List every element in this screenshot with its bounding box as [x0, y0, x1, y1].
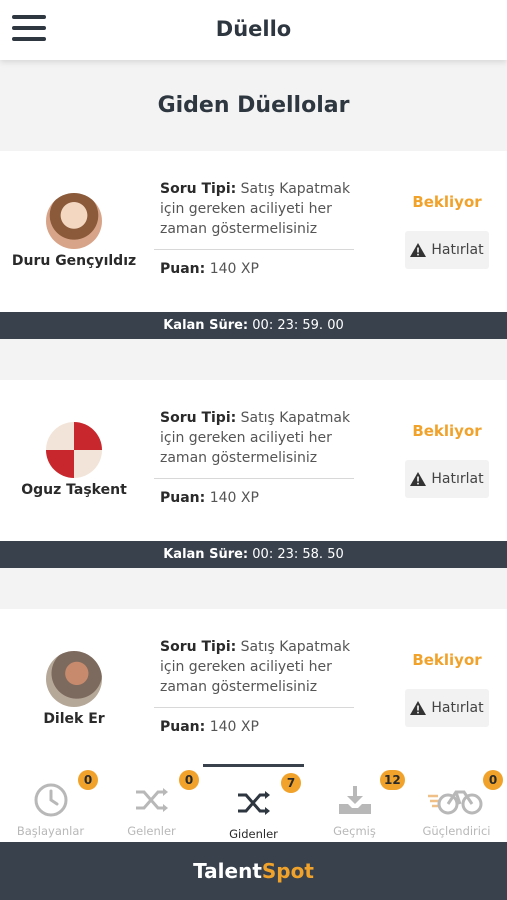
points-label: Puan:	[160, 719, 206, 735]
tab-label: Gelenler	[127, 824, 176, 838]
tab-label: Güçlendirici	[422, 824, 491, 838]
section-title: Giden Düellolar	[157, 93, 350, 118]
bottom-tab-bar: 0 Başlayanlar 0 Gelenler 7 Gidenler 12 G…	[0, 764, 507, 842]
points-label: Puan:	[160, 490, 206, 506]
divider	[154, 249, 354, 250]
tab-label: Başlayanlar	[16, 824, 85, 838]
remind-button[interactable]: Hatırlat	[405, 460, 489, 498]
points-value: 140 XP	[209, 261, 259, 277]
tab-badge: 0	[179, 770, 199, 790]
status-badge: Bekliyor	[412, 422, 482, 440]
avatar	[46, 193, 102, 249]
tab-badge: 12	[380, 770, 405, 790]
brand-logo: TalentSpot	[0, 842, 507, 900]
status-badge: Bekliyor	[412, 651, 482, 669]
remind-label: Hatırlat	[431, 700, 484, 716]
status-badge: Bekliyor	[412, 193, 482, 211]
remaining-time-bar: Kalan Süre: 00: 23: 58. 50	[0, 541, 507, 568]
points-value: 140 XP	[209, 490, 259, 506]
duel-card: Oguz Taşkent Soru Tipi: Satış Kapatmak i…	[0, 380, 507, 542]
question-type-label: Soru Tipi:	[160, 410, 237, 426]
tab-label: Geçmiş	[333, 824, 376, 838]
bicycle-icon	[428, 790, 483, 815]
remaining-label: Kalan Süre:	[163, 318, 249, 333]
tab-badge: 0	[78, 770, 98, 790]
remind-label: Hatırlat	[431, 471, 484, 487]
remind-button[interactable]: Hatırlat	[405, 689, 489, 727]
opponent-name: Dilek Er	[43, 711, 105, 727]
question-type: Soru Tipi: Satış Kapatmak için gereken a…	[160, 408, 360, 468]
avatar	[46, 422, 102, 478]
remaining-value: 00: 23: 58. 50	[252, 547, 344, 562]
warning-icon	[410, 243, 427, 257]
divider	[154, 707, 354, 708]
divider	[154, 478, 354, 479]
avatar	[46, 651, 102, 707]
opponent-name: Duru Gençyıldız	[11, 253, 137, 269]
question-type: Soru Tipi: Satış Kapatmak için gereken a…	[160, 179, 360, 239]
tab-badge: 7	[281, 773, 301, 793]
remaining-label: Kalan Süre:	[163, 547, 249, 562]
duel-card: Dilek Er Soru Tipi: Satış Kapatmak için …	[0, 609, 507, 771]
page-title: Düello	[215, 17, 292, 41]
points: Puan: 140 XP	[160, 261, 259, 277]
duel-card: Duru Gençyıldız Soru Tipi: Satış Kapatma…	[0, 151, 507, 313]
remind-label: Hatırlat	[431, 242, 484, 258]
question-type-label: Soru Tipi:	[160, 639, 237, 655]
brand-part-spot: Spot	[261, 859, 314, 883]
question-type-label: Soru Tipi:	[160, 181, 237, 197]
shuffle-icon	[136, 788, 168, 812]
opponent-name: Oguz Taşkent	[21, 482, 127, 498]
remaining-time-bar: Kalan Süre: 00: 23: 59. 00	[0, 312, 507, 339]
download-icon	[339, 786, 371, 814]
warning-icon	[410, 701, 427, 715]
tab-guclendirici[interactable]: 0 Güçlendirici	[406, 764, 507, 842]
top-bar: Düello	[0, 0, 507, 60]
points-label: Puan:	[160, 261, 206, 277]
points-value: 140 XP	[209, 719, 259, 735]
points: Puan: 140 XP	[160, 490, 259, 506]
tab-badge: 0	[483, 770, 503, 790]
tab-baslayanlar[interactable]: 0 Başlayanlar	[0, 764, 101, 842]
tab-gidenler[interactable]: 7 Gidenler	[203, 764, 304, 842]
tab-gelenler[interactable]: 0 Gelenler	[101, 764, 202, 842]
brand-part-talent: Talent	[193, 859, 262, 883]
warning-icon	[410, 472, 427, 486]
remaining-value: 00: 23: 59. 00	[252, 318, 344, 333]
shuffle-icon	[238, 791, 270, 815]
points: Puan: 140 XP	[160, 719, 259, 735]
clock-icon	[34, 783, 68, 817]
tab-label: Gidenler	[229, 827, 278, 841]
question-type: Soru Tipi: Satış Kapatmak için gereken a…	[160, 637, 360, 697]
tab-gecmis[interactable]: 12 Geçmiş	[304, 764, 405, 842]
remind-button[interactable]: Hatırlat	[405, 231, 489, 269]
